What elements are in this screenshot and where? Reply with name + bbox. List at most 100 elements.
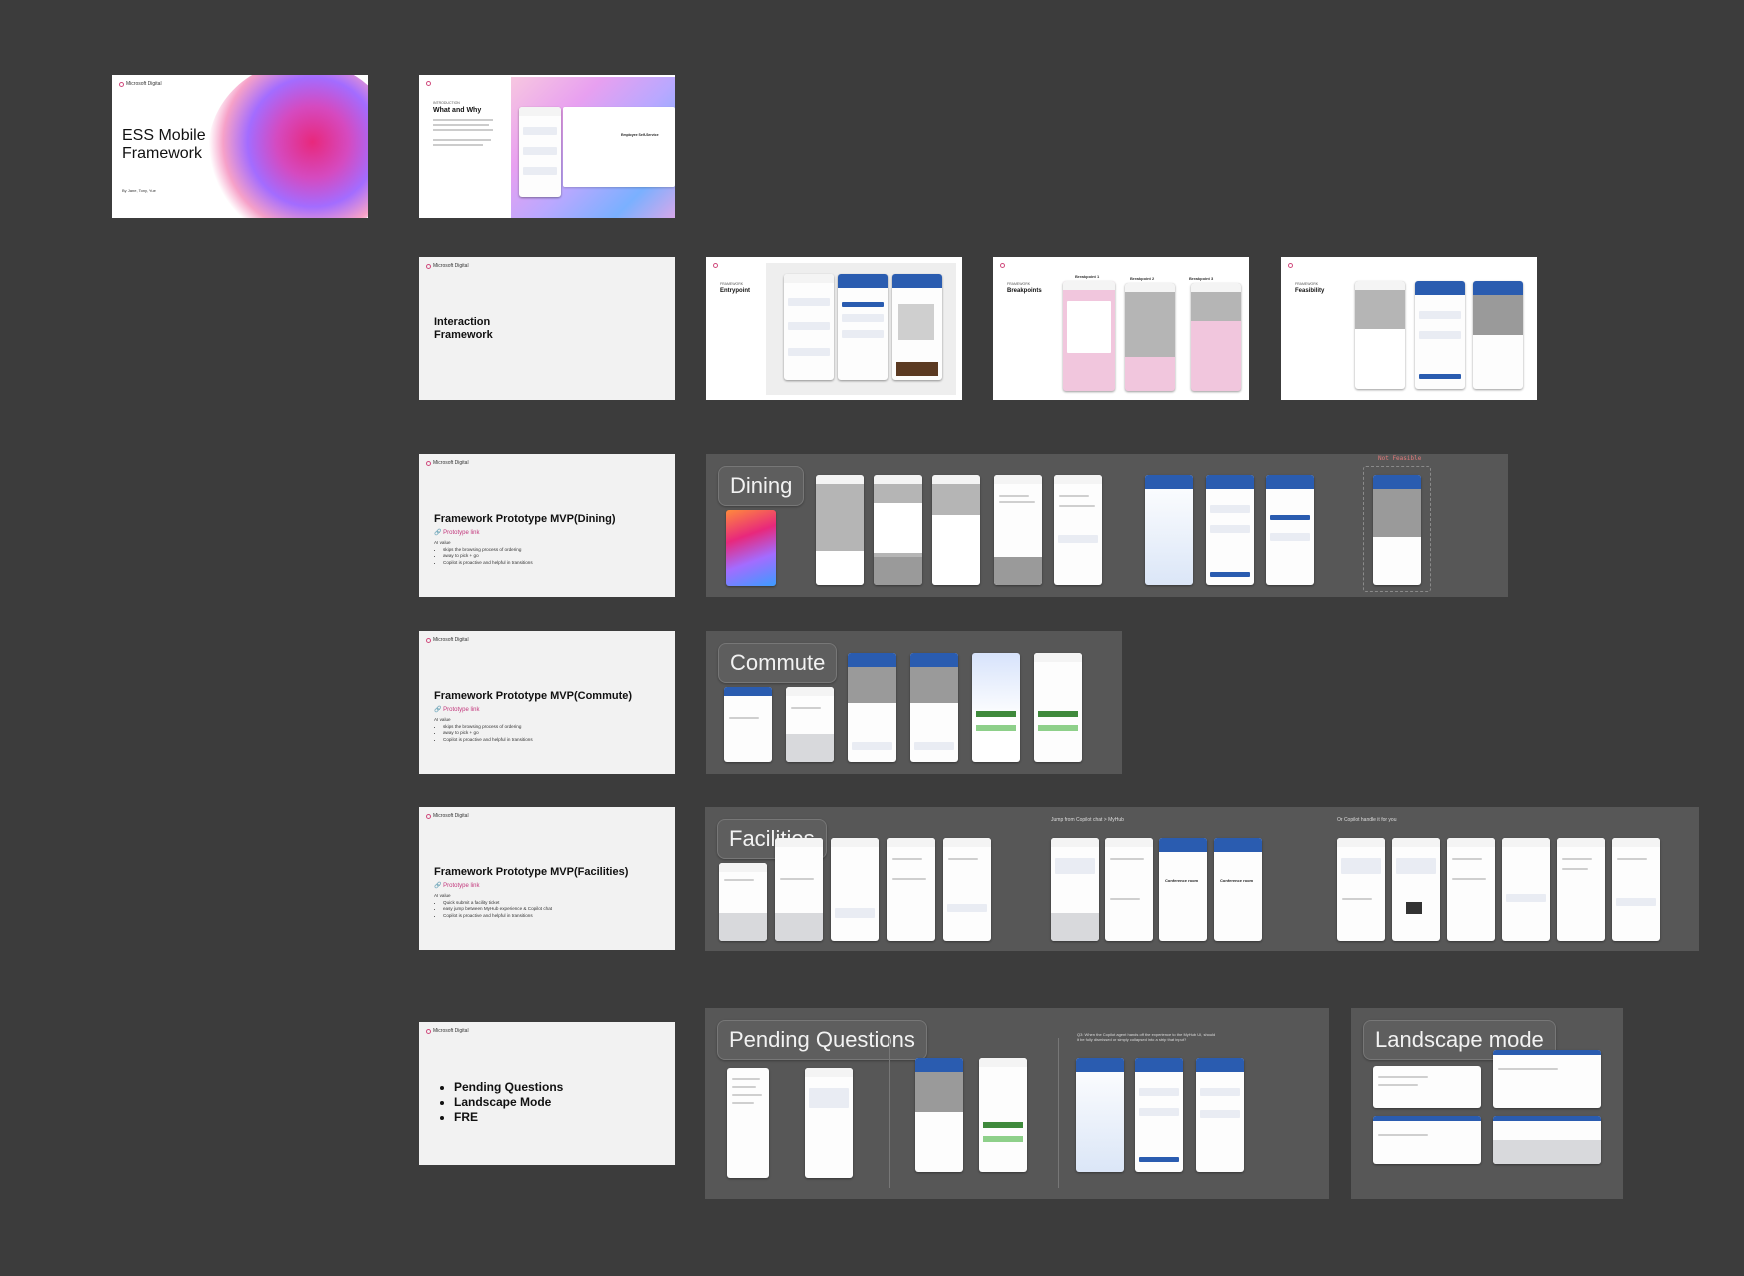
phone-mock [1337,838,1385,941]
slide-title: Breakpoints [1007,288,1042,294]
copilot-icon [426,1028,431,1034]
microsoft-digital-logo: Microsoft Digital [119,81,162,87]
phone-mock [831,838,879,941]
phone-mock [519,107,561,197]
phone-mock [1135,1058,1183,1172]
slide-title: Feasibility [1295,288,1325,294]
phone-mock [1373,475,1421,585]
section-commute: Commute [706,631,1122,774]
section-label-pending-questions: Pending Questions [717,1020,927,1060]
copilot-icon [713,263,718,268]
phone-mock [994,475,1042,585]
slide-title: Framework Prototype MVP(Dining) [434,513,616,525]
phone-mock [719,863,767,941]
slide-title: What and Why [433,107,482,114]
section-label-commute: Commute [718,643,838,683]
section-label-dining: Dining [718,466,805,506]
slide-what-and-why[interactable]: INTRODUCTION What and Why Employee Self-… [419,75,675,218]
phone-mock [1125,283,1175,391]
phone-mock [1473,281,1523,389]
breakpoint-3-label: Breakpoint 3 [1189,276,1214,281]
phone-mock [1105,838,1153,941]
landscape-phone-mock [1493,1116,1601,1164]
phone-mock [892,274,942,380]
phone-mock [1063,281,1115,391]
phone-mock [887,838,935,941]
divider [1058,1038,1059,1188]
slide-interaction-framework[interactable]: Microsoft Digital Interaction Framework [419,257,675,400]
phone-mock [1392,838,1440,941]
breakpoint-2-label: Breakpoint 2 [1130,276,1155,281]
phone-mock [1266,475,1314,585]
slide-breakpoints[interactable]: FRAMEWORK Breakpoints Breakpoint 1 Break… [993,257,1249,400]
desktop-mock: Employee Self-Service [563,107,675,187]
slide-dining[interactable]: Microsoft Digital Framework Prototype MV… [419,454,675,597]
phone-mock [1355,281,1405,389]
kicker: FRAMEWORK [1007,282,1031,286]
section-landscape-mode: Landscape mode [1351,1008,1623,1199]
phone-mock [816,475,864,585]
cover-byline: By Jane, Tony, Yue [122,188,156,193]
phone-mock [805,1068,853,1178]
slide-cover[interactable]: Microsoft Digital ESS Mobile Framework B… [112,75,368,218]
phone-mock [972,653,1020,762]
phone-mock [1145,475,1193,585]
slide-title: Framework Prototype MVP(Commute) [434,690,633,702]
prototype-link[interactable]: 🔗 Prototype link [434,529,480,536]
phone-mock [1191,283,1241,391]
microsoft-digital-logo: Microsoft Digital [426,263,469,269]
slide-title: Framework Prototype MVP(Facilities) [434,866,629,878]
cover-title: ESS Mobile Framework [122,127,206,163]
phone-mock [726,510,776,586]
phone-mock [932,475,980,585]
slide-facilities[interactable]: Microsoft Digital Framework Prototype MV… [419,807,675,950]
ai-value-block: AI value skips the browsing process of o… [434,717,533,744]
phone-mock [979,1058,1027,1172]
phone-mock [1415,281,1465,389]
conference-room-title: Conference room [1165,878,1199,883]
section-pending-questions: Pending Questions Q3: When the Copilot a… [705,1008,1329,1199]
microsoft-digital-logo: Microsoft Digital [426,460,469,466]
copilot-icon [119,81,124,87]
phone-mock [1502,838,1550,941]
phone-mock [1557,838,1605,941]
prototype-link[interactable]: 🔗 Prototype link [434,882,480,889]
prototype-link[interactable]: 🔗 Prototype link [434,706,480,713]
q3-caption: Q3: When the Copilot agent hands off the… [1077,1032,1216,1043]
phone-mock [915,1058,963,1172]
phone-mock: Conference room [1159,838,1207,941]
kicker: FRAMEWORK [720,282,744,286]
copilot-icon [1000,263,1005,268]
slide-entrypoint[interactable]: FRAMEWORK Entrypoint [706,257,962,400]
caption-copilot-handles: Or Copilot handle it for you [1337,817,1397,823]
slide-feasibility[interactable]: FRAMEWORK Feasibility [1281,257,1537,400]
ai-value-block: AI value Quick submit a facility ticket … [434,893,552,920]
caption-jump-to-myhub: Jump from Copilot chat > MyHub [1051,817,1124,823]
phone-mock [1054,475,1102,585]
slide-pending-questions[interactable]: Microsoft Digital Pending Questions Land… [419,1022,675,1165]
section-facilities: Facilities Jump from Copilot chat > MyHu… [705,807,1699,951]
kicker: INTRODUCTION [433,101,460,105]
phone-mock [775,838,823,941]
phone-mock [1206,475,1254,585]
pending-topics-list: Pending Questions Landscape Mode FRE [434,1080,563,1125]
phone-mock [1612,838,1660,941]
copilot-icon [426,637,431,643]
microsoft-digital-logo: Microsoft Digital [426,813,469,819]
phone-mock [1196,1058,1244,1172]
copilot-icon [426,81,431,86]
phone-mock [724,687,772,762]
phone-mock [848,653,896,762]
microsoft-digital-logo: Microsoft Digital [426,637,469,643]
not-feasible-label: Not Feasible [1378,455,1422,462]
breakpoint-1-label: Breakpoint 1 [1075,274,1100,279]
section-dining: Dining Not Feasible [706,454,1508,597]
copilot-icon [426,813,431,819]
phone-mock [1076,1058,1124,1172]
phone-mock [1447,838,1495,941]
phone-mock [910,653,958,762]
phone-mock [943,838,991,941]
slide-commute[interactable]: Microsoft Digital Framework Prototype MV… [419,631,675,774]
phone-mock [1051,838,1099,941]
landscape-phone-mock [1373,1116,1481,1164]
